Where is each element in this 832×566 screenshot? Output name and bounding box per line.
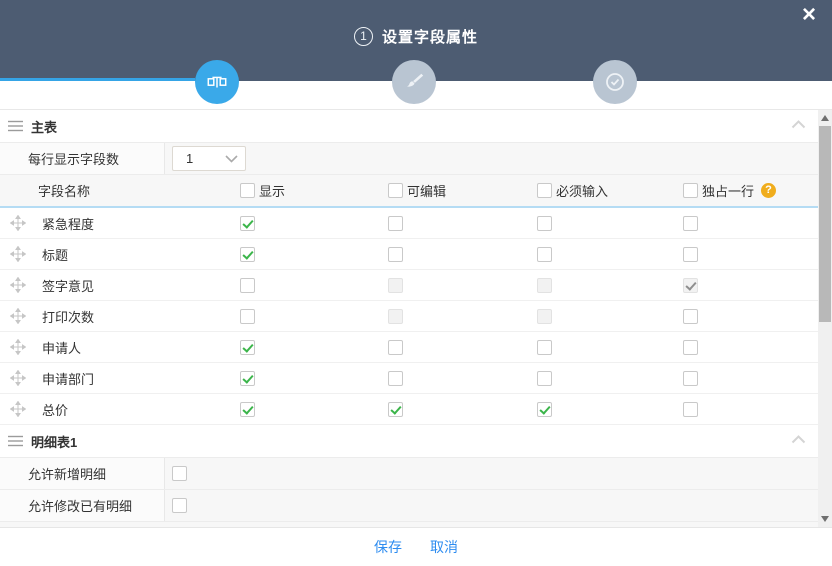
fields-per-row-select[interactable]: 1 xyxy=(172,146,246,171)
row-drag-handle-icon[interactable] xyxy=(10,401,26,417)
fullrow-checkbox[interactable] xyxy=(683,402,698,417)
required-checkbox[interactable] xyxy=(537,216,552,231)
cancel-button[interactable]: 取消 xyxy=(430,537,458,557)
required-column-checkbox[interactable] xyxy=(537,183,552,198)
column-display: 显示 xyxy=(259,181,285,200)
column-required: 必须输入 xyxy=(556,181,608,200)
column-fullrow: 独占一行 xyxy=(702,181,754,200)
display-checkbox[interactable] xyxy=(240,278,255,293)
display-column-checkbox[interactable] xyxy=(240,183,255,198)
help-icon[interactable]: ? xyxy=(761,183,776,198)
table-row: 申请部门 xyxy=(0,363,832,394)
fullrow-checkbox[interactable] xyxy=(683,309,698,324)
field-name: 打印次数 xyxy=(42,307,94,326)
field-name: 紧急程度 xyxy=(42,214,94,233)
select-value: 1 xyxy=(186,151,193,166)
row-drag-handle-icon[interactable] xyxy=(10,215,26,231)
section-menu-icon xyxy=(8,120,23,132)
close-icon[interactable]: × xyxy=(796,2,822,28)
display-checkbox[interactable] xyxy=(240,402,255,417)
editable-checkbox[interactable] xyxy=(388,371,403,386)
paintbrush-icon xyxy=(403,71,425,93)
fields-per-row-setting: 每行显示字段数 1 xyxy=(0,143,832,175)
row-drag-handle-icon[interactable] xyxy=(10,370,26,386)
detail-option-checkbox[interactable] xyxy=(172,498,187,513)
editable-checkbox xyxy=(388,309,403,324)
section-menu-icon xyxy=(8,435,23,447)
dialog-title-wrap: 1 设置字段属性 xyxy=(0,26,832,47)
detail-option-checkbox[interactable] xyxy=(172,466,187,481)
fullrow-column-checkbox[interactable] xyxy=(683,183,698,198)
required-checkbox[interactable] xyxy=(537,402,552,417)
row-drag-handle-icon[interactable] xyxy=(10,308,26,324)
editable-checkbox[interactable] xyxy=(388,216,403,231)
section-title: 主表 xyxy=(31,117,57,136)
scroll-up-icon[interactable] xyxy=(821,115,829,121)
required-checkbox xyxy=(537,278,552,293)
table-row: 签字意见 xyxy=(0,270,832,301)
table-header-row: 字段名称 显示 可编辑 必须输入 独占一行? xyxy=(0,175,832,208)
display-checkbox[interactable] xyxy=(240,371,255,386)
display-checkbox[interactable] xyxy=(240,216,255,231)
page-title: 设置字段属性 xyxy=(382,26,478,47)
editable-checkbox[interactable] xyxy=(388,402,403,417)
check-circle-icon xyxy=(603,70,627,94)
field-settings-icon xyxy=(206,71,228,93)
display-checkbox[interactable] xyxy=(240,247,255,262)
field-name: 申请人 xyxy=(42,338,81,357)
detail-option-row: 允许新增明细 xyxy=(0,458,832,490)
chevron-up-icon[interactable] xyxy=(791,120,806,129)
fullrow-checkbox xyxy=(683,278,698,293)
field-name: 申请部门 xyxy=(42,369,94,388)
step-circle-fields[interactable] xyxy=(195,60,239,104)
fullrow-checkbox[interactable] xyxy=(683,371,698,386)
required-checkbox[interactable] xyxy=(537,340,552,355)
row-drag-handle-icon[interactable] xyxy=(10,339,26,355)
step-circle-style[interactable] xyxy=(392,60,436,104)
required-checkbox[interactable] xyxy=(537,371,552,386)
field-name: 标题 xyxy=(42,245,68,264)
row-drag-handle-icon[interactable] xyxy=(10,277,26,293)
editable-column-checkbox[interactable] xyxy=(388,183,403,198)
row-drag-handle-icon[interactable] xyxy=(10,246,26,262)
editable-checkbox xyxy=(388,278,403,293)
save-button[interactable]: 保存 xyxy=(374,537,402,557)
step-number-badge: 1 xyxy=(354,27,373,46)
column-editable: 可编辑 xyxy=(407,181,446,200)
section-title: 明细表1 xyxy=(31,432,77,451)
fullrow-checkbox[interactable] xyxy=(683,340,698,355)
field-name: 总价 xyxy=(42,400,68,419)
step-circle-finish[interactable] xyxy=(593,60,637,104)
editable-checkbox[interactable] xyxy=(388,247,403,262)
fields-per-row-label: 每行显示字段数 xyxy=(0,143,165,174)
column-field-name: 字段名称 xyxy=(38,181,90,200)
progress-indicator xyxy=(0,78,195,81)
table-row: 标题 xyxy=(0,239,832,270)
detail-option-row: 允许修改已有明细 xyxy=(0,490,832,522)
required-checkbox xyxy=(537,309,552,324)
detail-option-label: 允许新增明细 xyxy=(0,458,165,489)
scroll-down-icon[interactable] xyxy=(821,516,829,522)
table-row: 总价 xyxy=(0,394,832,425)
dialog-footer: 保存 取消 xyxy=(0,527,832,566)
fullrow-checkbox[interactable] xyxy=(683,216,698,231)
display-checkbox[interactable] xyxy=(240,309,255,324)
editable-checkbox[interactable] xyxy=(388,340,403,355)
fullrow-checkbox[interactable] xyxy=(683,247,698,262)
table-row: 打印次数 xyxy=(0,301,832,332)
table-row: 申请人 xyxy=(0,332,832,363)
chevron-up-icon[interactable] xyxy=(791,435,806,444)
section-detail-table: 明细表1 xyxy=(0,425,832,458)
chevron-down-icon xyxy=(225,155,238,163)
content-panel: 主表 每行显示字段数 1 字段名称 显示 可编辑 必须输入 独占一行? 紧急程度 xyxy=(0,109,832,527)
display-checkbox[interactable] xyxy=(240,340,255,355)
detail-option-label: 允许修改已有明细 xyxy=(0,490,165,521)
table-row: 紧急程度 xyxy=(0,208,832,239)
field-name: 签字意见 xyxy=(42,276,94,295)
scrollbar-thumb[interactable] xyxy=(819,126,831,322)
vertical-scrollbar[interactable] xyxy=(818,110,832,527)
section-main-table: 主表 xyxy=(0,110,832,143)
required-checkbox[interactable] xyxy=(537,247,552,262)
